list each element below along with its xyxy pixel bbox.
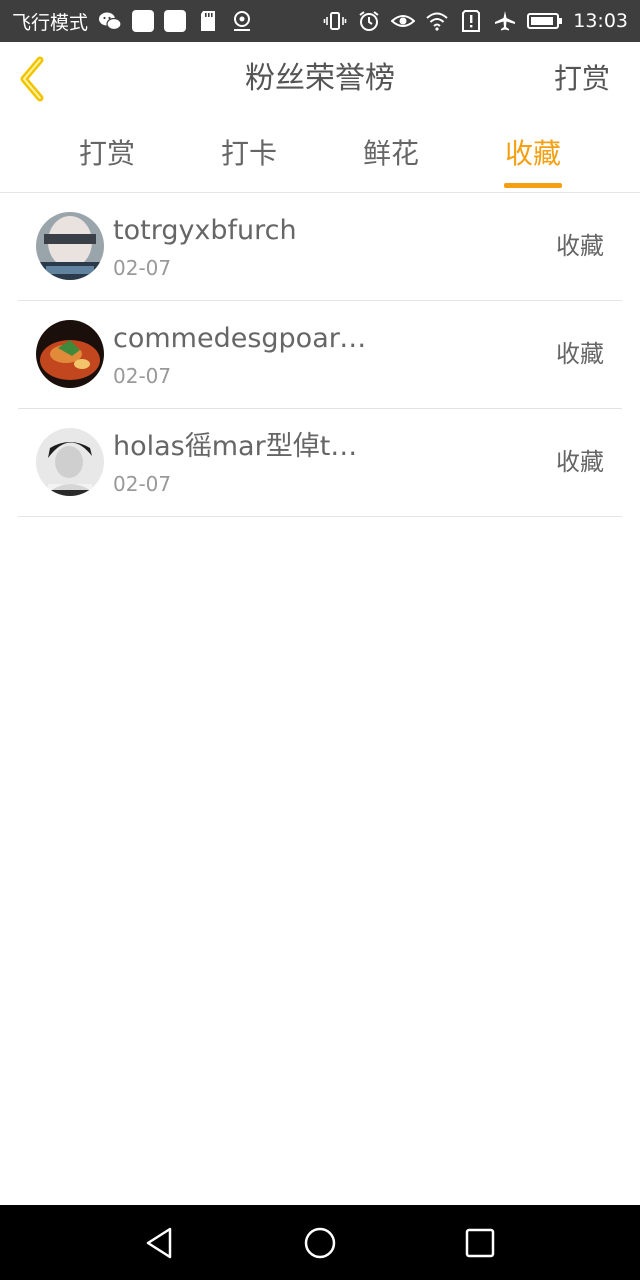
status-bar-left: 飞行模式: [12, 0, 254, 42]
list-item[interactable]: commedesgpoarc… 02-07 收藏: [18, 301, 622, 409]
list-item[interactable]: holas徭mar型倬t… 02-07 收藏: [18, 409, 622, 517]
page-title: 粉丝荣誉榜: [245, 61, 395, 96]
item-date: 02-07: [113, 364, 172, 388]
fan-list: totrgyxbfurch 02-07 收藏 commedesgpoarc… 0…: [0, 193, 640, 517]
app-square-icon: [132, 10, 155, 32]
eye-icon: [391, 15, 416, 27]
alarm-icon: [359, 11, 379, 31]
wifi-icon: [426, 12, 448, 31]
alert-icon: [462, 10, 481, 32]
tab-label: 鲜花: [362, 137, 419, 170]
user-name: commedesgpoarc…: [113, 323, 373, 354]
nav-recents-button[interactable]: [462, 1225, 498, 1261]
reward-button[interactable]: 打赏: [554, 42, 610, 116]
tab-reward[interactable]: 打赏: [47, 116, 167, 192]
system-nav-bar: [0, 1205, 640, 1280]
tab-label: 收藏: [504, 137, 561, 170]
item-date: 02-07: [113, 256, 172, 280]
user-name: holas徭mar型倬t…: [113, 431, 358, 462]
battery-icon: [527, 13, 563, 29]
app-header: 粉丝荣誉榜 打赏: [0, 42, 640, 117]
sd-card-icon: [201, 11, 216, 31]
status-bar: 飞行模式 13:03: [0, 0, 640, 42]
tab-bar: 打赏 打卡 鲜花 收藏: [0, 116, 640, 193]
user-name: totrgyxbfurch: [113, 215, 297, 246]
recents-square-icon: [465, 1228, 495, 1258]
home-circle-icon: [304, 1227, 336, 1259]
user-avatar-1[interactable]: [36, 212, 104, 280]
app-screen: 飞行模式 13:03 粉丝荣誉榜 打赏 打赏 打卡 鲜花 收藏 totrgyxb…: [0, 0, 640, 1280]
tab-favorites[interactable]: 收藏: [473, 116, 593, 192]
status-bar-right: 13:03: [323, 0, 628, 42]
app-square-icon: [164, 10, 187, 32]
tab-label: 打卡: [220, 137, 277, 170]
back-triangle-icon: [146, 1227, 172, 1259]
nav-back-button[interactable]: [142, 1225, 178, 1261]
user-avatar-3[interactable]: [36, 428, 104, 496]
list-item[interactable]: totrgyxbfurch 02-07 收藏: [18, 193, 622, 301]
vibrate-icon: [323, 12, 347, 30]
tab-checkin[interactable]: 打卡: [189, 116, 309, 192]
item-action-label: 收藏: [556, 340, 604, 368]
user-avatar-2[interactable]: [36, 320, 104, 388]
active-tab-indicator: [504, 183, 562, 188]
tab-flowers[interactable]: 鲜花: [331, 116, 451, 192]
tab-label: 打赏: [78, 137, 135, 170]
item-action-label: 收藏: [556, 232, 604, 260]
airplane-icon: [495, 11, 516, 31]
wechat-icon: [99, 12, 122, 31]
item-date: 02-07: [113, 472, 172, 496]
airplane-mode-label: 飞行模式: [12, 11, 89, 34]
item-action-label: 收藏: [556, 448, 604, 476]
location-icon: [234, 11, 251, 31]
status-time: 13:03: [573, 10, 628, 32]
nav-home-button[interactable]: [302, 1225, 338, 1261]
